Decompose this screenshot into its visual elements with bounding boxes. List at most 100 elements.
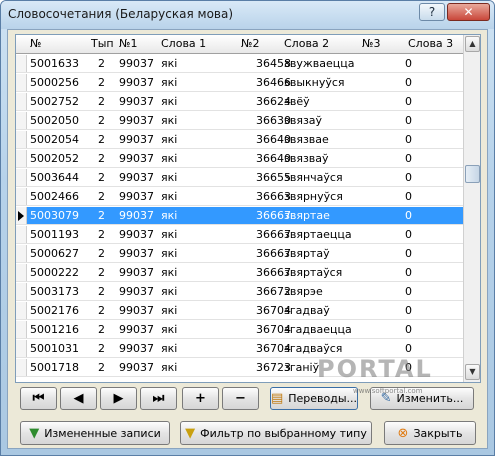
table-row[interactable]: 5002050 2 99037 які 36630 звязаў 0 bbox=[16, 112, 463, 130]
cell-type: 2 bbox=[98, 304, 105, 317]
row-indicator[interactable] bbox=[16, 207, 27, 224]
close-button[interactable]: ⊗ Закрыть bbox=[384, 421, 476, 445]
cell-no1: 99037 bbox=[119, 323, 154, 336]
cell-no3: 0 bbox=[405, 266, 412, 279]
row-indicator[interactable] bbox=[16, 264, 27, 281]
app-window: Словосочетания (Беларуская мова) ? ✕ № Т… bbox=[0, 0, 495, 456]
row-indicator[interactable] bbox=[16, 340, 27, 357]
row-indicator[interactable] bbox=[16, 150, 27, 167]
row-indicator[interactable] bbox=[16, 55, 27, 72]
table-row[interactable]: 5003173 2 99037 які 36672 звярэе 0 bbox=[16, 283, 463, 301]
cell-no3: 0 bbox=[405, 247, 412, 260]
cell-no1: 99037 bbox=[119, 190, 154, 203]
cell-words1: які bbox=[161, 266, 178, 279]
vertical-scrollbar[interactable]: ▲ ▼ bbox=[463, 35, 480, 382]
col-header-no3[interactable]: №3 bbox=[362, 37, 380, 50]
cell-words1: які bbox=[161, 190, 178, 203]
next-record-button[interactable]: ▶ bbox=[100, 387, 137, 410]
table-row[interactable]: 5002052 2 99037 які 36640 звязваў 0 bbox=[16, 150, 463, 168]
scroll-thumb[interactable] bbox=[465, 165, 480, 183]
cell-words2: звяртаў bbox=[284, 247, 330, 260]
cell-no1: 99037 bbox=[119, 152, 154, 165]
skip-first-icon: ⏮ bbox=[32, 391, 45, 406]
col-header-type[interactable]: Тып bbox=[91, 37, 114, 50]
table-row[interactable]: 5002054 2 99037 які 36640 звязвае 0 bbox=[16, 131, 463, 149]
close-window-button[interactable]: ✕ bbox=[447, 3, 490, 21]
delete-record-button[interactable]: − bbox=[222, 387, 259, 410]
cell-no: 5002752 bbox=[30, 95, 79, 108]
cell-no1: 99037 bbox=[119, 304, 154, 317]
row-indicator[interactable] bbox=[16, 112, 27, 129]
table-row[interactable]: 5000256 2 99037 які 36466 звыкнуўся 0 bbox=[16, 74, 463, 92]
row-indicator[interactable] bbox=[16, 74, 27, 91]
translations-button[interactable]: ▤ Переводы... bbox=[270, 387, 358, 410]
add-record-button[interactable]: + bbox=[182, 387, 219, 410]
skip-last-icon: ⏭ bbox=[152, 391, 165, 406]
table-row[interactable]: 5001633 2 99037 які 36458 звужваецца 0 bbox=[16, 55, 463, 73]
cell-no: 5002466 bbox=[30, 190, 79, 203]
cell-no3: 0 bbox=[405, 57, 412, 70]
cell-no1: 99037 bbox=[119, 114, 154, 127]
changed-records-button[interactable]: ▼ Измененные записи bbox=[20, 421, 170, 445]
table-row[interactable]: 5003079 2 99037 які 36667 звяртае 0 bbox=[16, 207, 463, 225]
cell-words2: звярнуўся bbox=[284, 190, 343, 203]
table-row[interactable]: 5002466 2 99037 які 36663 звярнуўся 0 bbox=[16, 188, 463, 206]
cell-words1: які bbox=[161, 133, 178, 146]
scroll-down-icon[interactable]: ▼ bbox=[465, 364, 480, 380]
filter-by-type-button[interactable]: ▼ Фильтр по выбранному типу bbox=[180, 421, 372, 445]
cell-no: 5003079 bbox=[30, 209, 79, 222]
col-header-no2[interactable]: №2 bbox=[241, 37, 259, 50]
cell-type: 2 bbox=[98, 114, 105, 127]
table-row[interactable]: 5003644 2 99037 які 36655 звянчаўся 0 bbox=[16, 169, 463, 187]
table-row[interactable]: 5000627 2 99037 які 36667 звяртаў 0 bbox=[16, 245, 463, 263]
funnel-icon: ▼ bbox=[29, 425, 40, 441]
col-header-words3[interactable]: Слова 3 bbox=[408, 37, 453, 50]
cell-words1: які bbox=[161, 361, 178, 374]
col-header-words2[interactable]: Слова 2 bbox=[284, 37, 329, 50]
row-indicator[interactable] bbox=[16, 359, 27, 376]
row-indicator[interactable] bbox=[16, 188, 27, 205]
table-row[interactable]: 5002752 2 99037 які 36624 звёў 0 bbox=[16, 93, 463, 111]
client-area: № Тып №1 Слова 1 №2 Слова 2 №3 Слова 3 5… bbox=[7, 29, 488, 449]
last-record-button[interactable]: ⏭ bbox=[140, 387, 177, 410]
cell-no3: 0 bbox=[405, 152, 412, 165]
table-row[interactable]: 5001216 2 99037 які 36704 згадваецца 0 bbox=[16, 321, 463, 339]
cell-type: 2 bbox=[98, 247, 105, 260]
row-indicator[interactable] bbox=[16, 245, 27, 262]
cell-no3: 0 bbox=[405, 304, 412, 317]
prev-record-button[interactable]: ◀ bbox=[60, 387, 97, 410]
cell-no1: 99037 bbox=[119, 266, 154, 279]
table-row[interactable]: 5000222 2 99037 які 36667 звяртаўся 0 bbox=[16, 264, 463, 282]
row-indicator[interactable] bbox=[16, 93, 27, 110]
cell-no3: 0 bbox=[405, 190, 412, 203]
cell-no: 5000627 bbox=[30, 247, 79, 260]
cell-words2: звязваў bbox=[284, 152, 329, 165]
col-header-no1[interactable]: №1 bbox=[119, 37, 137, 50]
row-indicator[interactable] bbox=[16, 131, 27, 148]
cell-words2: звязвае bbox=[284, 133, 329, 146]
cell-type: 2 bbox=[98, 190, 105, 203]
cell-words2: звязаў bbox=[284, 114, 323, 127]
words-grid[interactable]: № Тып №1 Слова 1 №2 Слова 2 №3 Слова 3 5… bbox=[15, 34, 481, 383]
cell-no: 5001718 bbox=[30, 361, 79, 374]
col-header-words1[interactable]: Слова 1 bbox=[161, 37, 206, 50]
close-icon: ⊗ bbox=[397, 425, 409, 441]
scroll-up-icon[interactable]: ▲ bbox=[465, 36, 480, 52]
row-indicator[interactable] bbox=[16, 226, 27, 243]
col-header-no[interactable]: № bbox=[30, 37, 41, 50]
cell-words2: звяртае bbox=[284, 209, 330, 222]
table-row[interactable]: 5002176 2 99037 які 36704 згадваў 0 bbox=[16, 302, 463, 320]
cell-no: 5000256 bbox=[30, 76, 79, 89]
first-record-button[interactable]: ⏮ bbox=[20, 387, 57, 410]
row-indicator[interactable] bbox=[16, 302, 27, 319]
help-button[interactable]: ? bbox=[419, 3, 445, 21]
table-row[interactable]: 5001193 2 99037 які 36667 звяртаецца 0 bbox=[16, 226, 463, 244]
cell-type: 2 bbox=[98, 266, 105, 279]
row-indicator[interactable] bbox=[16, 283, 27, 300]
row-indicator[interactable] bbox=[16, 321, 27, 338]
cell-no3: 0 bbox=[405, 95, 412, 108]
cell-no1: 99037 bbox=[119, 133, 154, 146]
current-row-arrow-icon bbox=[18, 211, 24, 221]
cell-words2: звярэе bbox=[284, 285, 323, 298]
row-indicator[interactable] bbox=[16, 169, 27, 186]
